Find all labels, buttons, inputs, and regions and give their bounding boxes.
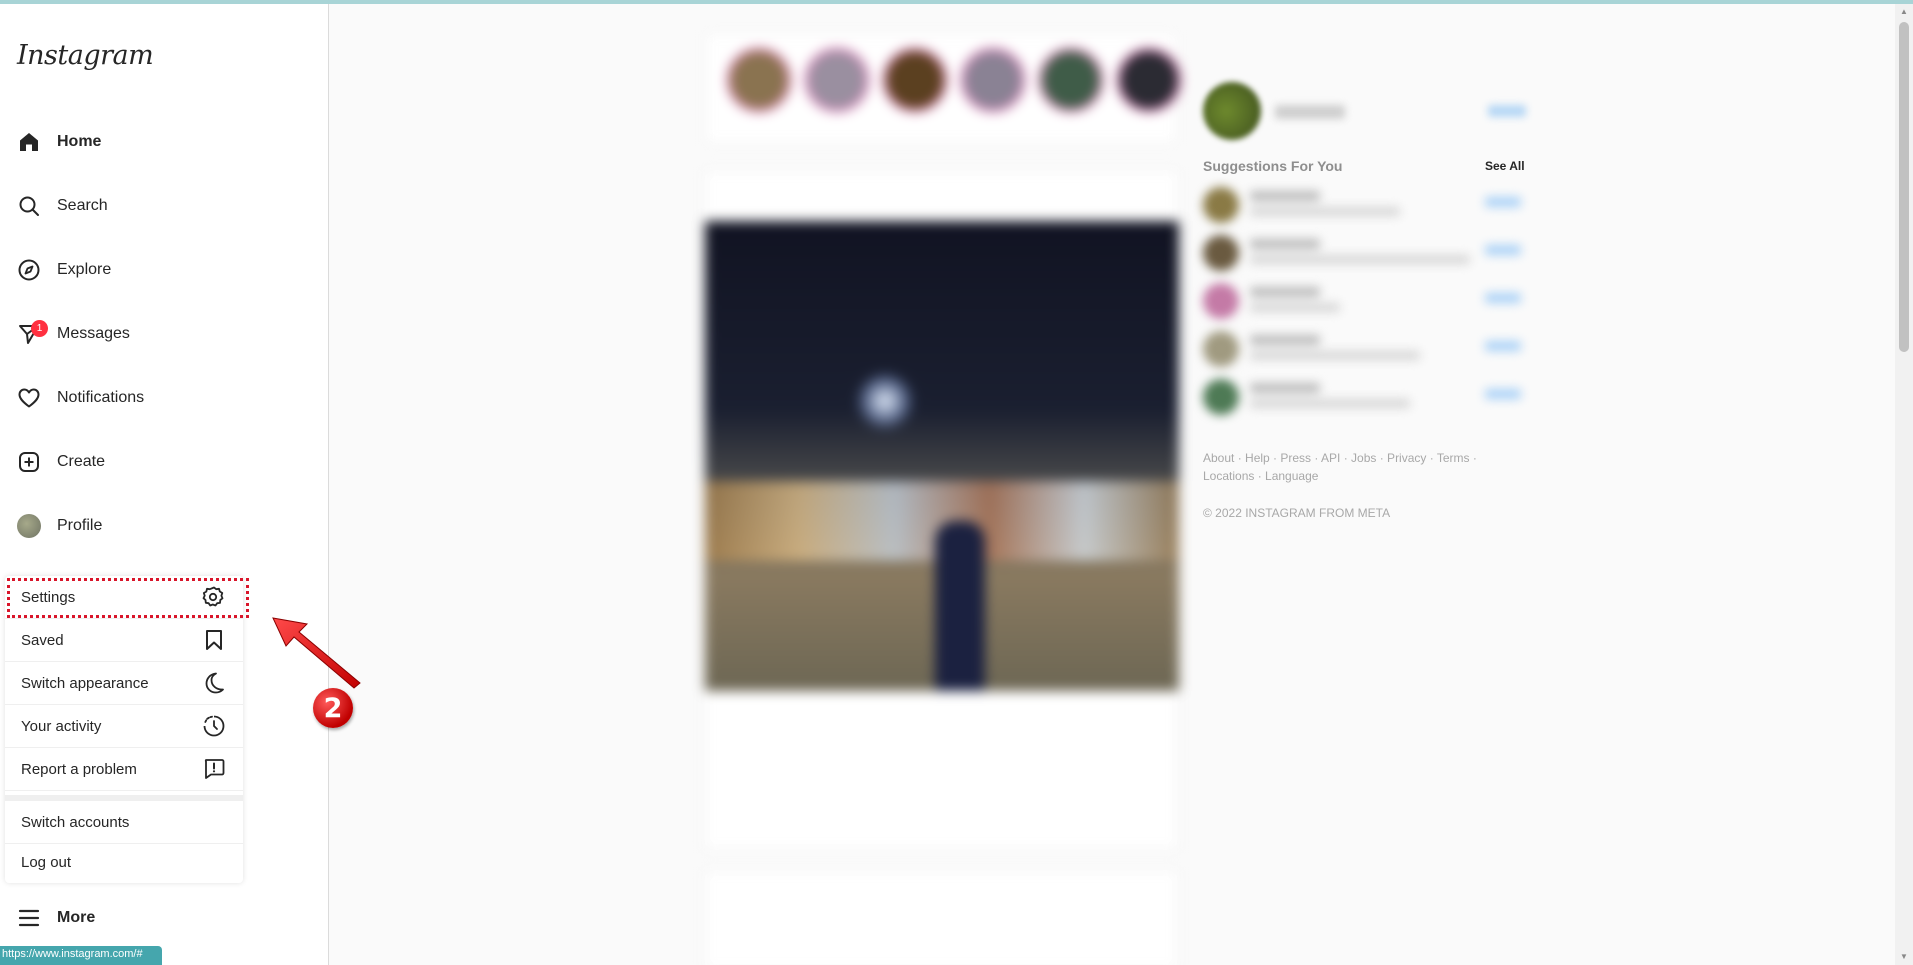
suggestion-subtitle xyxy=(1250,303,1340,312)
messages-badge: 1 xyxy=(31,320,48,337)
suggestion-name[interactable] xyxy=(1250,335,1320,345)
nav-create[interactable]: Create xyxy=(14,442,314,482)
avatar[interactable] xyxy=(1203,82,1261,140)
feed-post xyxy=(704,870,1178,965)
step-number-badge: 2 xyxy=(313,688,353,728)
nav-create-label: Create xyxy=(57,453,106,470)
post-image[interactable] xyxy=(705,221,1179,691)
avatar[interactable] xyxy=(1203,283,1239,319)
post-image-person xyxy=(935,521,985,691)
settings-highlight-box xyxy=(7,578,249,618)
nav-notifications-label: Notifications xyxy=(57,389,145,406)
compass-icon xyxy=(14,255,44,285)
suggestion-subtitle xyxy=(1250,207,1400,216)
menu-log-out[interactable]: Log out xyxy=(5,842,243,883)
nav-messages[interactable]: 1 Messages xyxy=(14,314,314,354)
follow-button[interactable] xyxy=(1485,389,1521,399)
current-user-name[interactable] xyxy=(1275,105,1345,119)
right-column: Suggestions For You See All About · Help… xyxy=(1200,75,1530,535)
report-icon xyxy=(201,756,227,782)
story-avatar[interactable] xyxy=(1117,48,1181,112)
see-all-link[interactable]: See All xyxy=(1485,159,1525,173)
suggestion-name[interactable] xyxy=(1250,191,1320,201)
avatar[interactable] xyxy=(1203,187,1239,223)
menu-report-problem-label: Report a problem xyxy=(21,760,137,778)
hamburger-icon xyxy=(14,903,44,933)
suggestion-subtitle xyxy=(1250,351,1420,360)
nav-more-label: More xyxy=(57,909,96,926)
messenger-icon: 1 xyxy=(14,319,48,349)
post-image-moon xyxy=(855,371,915,431)
heart-icon xyxy=(14,383,44,413)
switch-link[interactable] xyxy=(1488,105,1526,117)
menu-report-problem[interactable]: Report a problem xyxy=(5,748,243,791)
activity-clock-icon xyxy=(201,713,227,739)
home-icon xyxy=(14,127,44,157)
nav-explore-label: Explore xyxy=(57,261,112,278)
instagram-logo[interactable]: Instagram xyxy=(17,40,154,71)
footer-links[interactable]: About · Help · Press · API · Jobs · Priv… xyxy=(1203,449,1523,485)
avatar[interactable] xyxy=(1203,331,1239,367)
menu-switch-appearance[interactable]: Switch appearance xyxy=(5,662,243,705)
suggestion-subtitle xyxy=(1250,399,1410,408)
avatar xyxy=(17,514,41,538)
menu-switch-accounts[interactable]: Switch accounts xyxy=(5,801,243,844)
nav-more[interactable]: More xyxy=(14,898,95,938)
nav-search[interactable]: Search xyxy=(14,186,314,226)
menu-switch-accounts-label: Switch accounts xyxy=(21,813,130,831)
nav-notifications[interactable]: Notifications xyxy=(14,378,314,418)
list-item xyxy=(1200,183,1521,227)
suggestions-list xyxy=(1188,183,1528,433)
more-menu: Settings Saved Switch appearance Your ac… xyxy=(5,576,243,883)
list-item xyxy=(1200,375,1521,419)
annotation-arrow xyxy=(272,617,361,689)
suggestion-name[interactable] xyxy=(1250,383,1320,393)
avatar[interactable] xyxy=(1203,379,1239,415)
moon-icon xyxy=(201,670,227,696)
feed xyxy=(690,25,1181,965)
nav-search-label: Search xyxy=(57,197,108,214)
scroll-down-arrow-icon[interactable]: ▼ xyxy=(1899,952,1909,962)
story-avatar[interactable] xyxy=(805,48,869,112)
suggestions-title: Suggestions For You xyxy=(1203,158,1343,174)
menu-saved[interactable]: Saved xyxy=(5,619,243,662)
follow-button[interactable] xyxy=(1485,197,1521,207)
menu-your-activity[interactable]: Your activity xyxy=(5,705,243,748)
story-avatar[interactable] xyxy=(883,48,947,112)
search-icon xyxy=(14,191,44,221)
menu-log-out-label: Log out xyxy=(21,854,72,871)
scroll-up-arrow-icon[interactable]: ▲ xyxy=(1899,7,1909,17)
suggestion-subtitle xyxy=(1250,255,1470,264)
bookmark-icon xyxy=(201,627,227,653)
list-item xyxy=(1200,279,1521,323)
suggestion-name[interactable] xyxy=(1250,287,1320,297)
nav-profile-label: Profile xyxy=(57,517,103,534)
scroll-thumb[interactable] xyxy=(1899,22,1909,352)
list-item xyxy=(1200,327,1521,371)
menu-saved-label: Saved xyxy=(21,631,64,649)
profile-avatar-wrap xyxy=(14,511,44,541)
follow-button[interactable] xyxy=(1485,341,1521,351)
plus-square-icon xyxy=(14,447,44,477)
follow-button[interactable] xyxy=(1485,245,1521,255)
list-item xyxy=(1200,231,1521,275)
menu-switch-appearance-label: Switch appearance xyxy=(21,674,149,692)
page-scrollbar[interactable]: ▲ ▼ xyxy=(1895,4,1913,965)
nav-home-label: Home xyxy=(57,133,102,150)
follow-button[interactable] xyxy=(1485,293,1521,303)
story-avatar[interactable] xyxy=(1039,48,1103,112)
avatar[interactable] xyxy=(1203,235,1239,271)
stories-bar xyxy=(706,33,1181,143)
copyright: © 2022 INSTAGRAM FROM META xyxy=(1203,506,1391,520)
nav-messages-label: Messages xyxy=(57,325,130,342)
status-bar-url: https://www.instagram.com/# xyxy=(0,946,162,965)
suggestion-name[interactable] xyxy=(1250,239,1320,249)
story-avatar[interactable] xyxy=(727,48,791,112)
feed-post xyxy=(704,170,1179,850)
nav-profile[interactable]: Profile xyxy=(14,506,314,546)
nav-home[interactable]: Home xyxy=(14,122,314,162)
menu-your-activity-label: Your activity xyxy=(21,717,102,735)
story-avatar[interactable] xyxy=(961,48,1025,112)
nav-explore[interactable]: Explore xyxy=(14,250,314,290)
